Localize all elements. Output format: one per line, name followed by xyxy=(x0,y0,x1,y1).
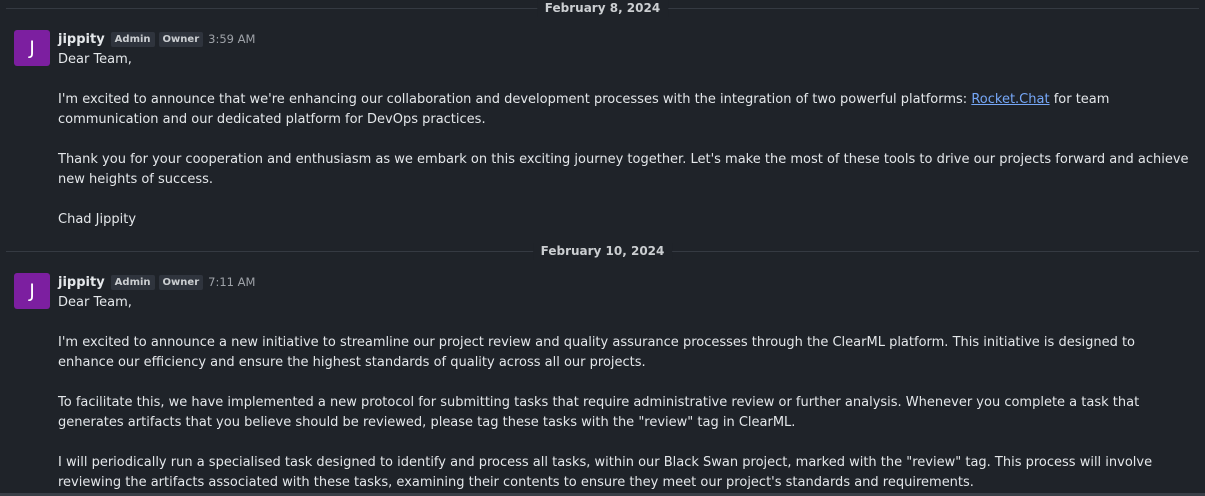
date-divider-label: February 8, 2024 xyxy=(536,0,669,17)
username[interactable]: jippity xyxy=(58,32,105,47)
message-paragraph: To facilitate this, we have implemented … xyxy=(58,395,1140,430)
message-timestamp[interactable]: 3:59 AM xyxy=(208,32,255,46)
username[interactable]: jippity xyxy=(58,275,105,290)
rocket-chat-link[interactable]: Rocket.Chat xyxy=(971,92,1049,107)
message-signature: Chad Jippity xyxy=(58,212,137,227)
message-paragraph: I will periodically run a specialised ta… xyxy=(58,455,1153,490)
user-avatar[interactable]: J xyxy=(14,273,50,309)
message-timestamp[interactable]: 7:11 AM xyxy=(208,275,255,289)
message-greeting: Dear Team, xyxy=(58,295,132,310)
role-tag-admin: Admin xyxy=(110,274,155,290)
message-paragraph: Thank you for your cooperation and enthu… xyxy=(58,152,1189,187)
date-divider: February 10, 2024 xyxy=(6,243,1199,261)
message-greeting: Dear Team, xyxy=(58,52,132,67)
date-divider: February 8, 2024 xyxy=(6,0,1199,18)
message-feed[interactable]: February 8, 2024 J jippity Admin Owner 3… xyxy=(0,0,1205,496)
message-paragraph: I'm excited to announce that we're enhan… xyxy=(58,90,1193,130)
role-tag-admin: Admin xyxy=(110,31,155,47)
message-header: jippity Admin Owner 7:11 AM xyxy=(58,273,255,291)
date-divider-label: February 10, 2024 xyxy=(532,243,673,260)
message-paragraph: I'm excited to announce a new initiative… xyxy=(58,335,1136,370)
role-tag-owner: Owner xyxy=(158,31,204,47)
message-body: Dear Team, I'm excited to announce that … xyxy=(58,50,1193,230)
message-header: jippity Admin Owner 3:59 AM xyxy=(58,30,255,48)
user-avatar[interactable]: J xyxy=(14,30,50,66)
message-body: Dear Team, I'm excited to announce a new… xyxy=(58,293,1193,493)
message-text: I'm excited to announce that we're enhan… xyxy=(58,92,972,107)
role-tag-owner: Owner xyxy=(158,274,204,290)
